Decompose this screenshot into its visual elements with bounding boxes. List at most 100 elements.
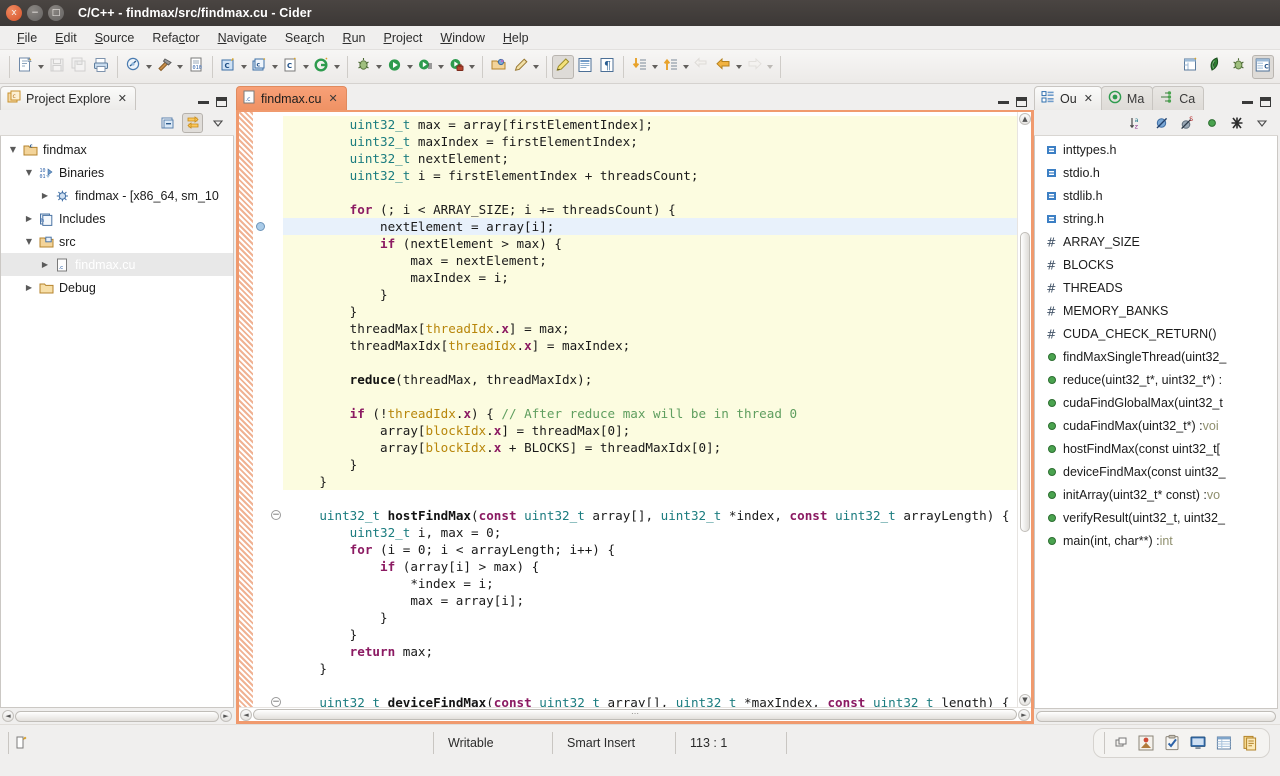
code-line[interactable]: if (nextElement > max) { (283, 235, 1031, 252)
project-tree[interactable]: ▼ c findmax ▼ 10 01 Binaries ▶ findmax - [x86_64… (0, 136, 234, 708)
chevron-down-icon[interactable] (767, 64, 773, 69)
properties-icon[interactable] (1215, 734, 1233, 752)
console-icon[interactable] (1189, 734, 1207, 752)
tree-item-includes[interactable]: ▶ h Includes (1, 207, 233, 230)
chevron-down-icon[interactable] (303, 64, 309, 69)
code-line[interactable]: max = nextElement; (283, 252, 1031, 269)
tree-item-debug[interactable]: ▶ Debug (1, 276, 233, 299)
maximize-view-icon[interactable] (216, 97, 227, 107)
code-line[interactable]: for (; i < ARRAY_SIZE; i += threadsCount… (283, 201, 1031, 218)
chevron-down-icon[interactable] (241, 64, 247, 69)
scroll-right-icon[interactable]: ► (220, 710, 232, 722)
chevron-down-icon[interactable] (683, 64, 689, 69)
chevron-down-icon[interactable] (334, 64, 340, 69)
editor-vertical-scrollbar[interactable]: ▲ ▼ (1017, 112, 1031, 707)
scroll-left-icon[interactable]: ◄ (2, 710, 14, 722)
code-line[interactable]: uint32_t nextElement; (283, 150, 1031, 167)
code-line[interactable] (283, 354, 1031, 371)
chevron-down-icon[interactable] (38, 64, 44, 69)
run-button[interactable] (384, 55, 406, 79)
code-line[interactable] (283, 677, 1031, 694)
code-line[interactable]: nextElement = array[i]; (283, 218, 1031, 235)
code-line[interactable]: array[blockIdx.x] = threadMax[0]; (283, 422, 1031, 439)
chevron-down-icon[interactable] (146, 64, 152, 69)
outline-item-stdlib-h[interactable]: stdlib.h (1035, 184, 1277, 207)
binary-view-button[interactable]: 010 (185, 55, 207, 79)
new-c-file-button[interactable]: C (280, 55, 302, 79)
next-annotation-button[interactable] (629, 55, 651, 79)
open-resource-button[interactable] (488, 55, 510, 79)
code-line[interactable]: } (283, 626, 1031, 643)
outline-item-verifyresult[interactable]: verifyResult(uint32_t, uint32_ (1035, 506, 1277, 529)
view-menu-button[interactable] (1251, 113, 1272, 133)
collapse-arrow-icon[interactable]: ▶ (37, 191, 53, 200)
tree-item-findmax-binary[interactable]: ▶ findmax - [x86_64, sm_10 (1, 184, 233, 207)
code-line[interactable]: max = array[i]; (283, 592, 1031, 609)
outline-item-blocks[interactable]: # BLOCKS (1035, 253, 1277, 276)
close-icon[interactable]: ✕ (1084, 92, 1093, 105)
outline-item-cudafindglobalmax[interactable]: cudaFindGlobalMax(uint32_t (1035, 391, 1277, 414)
run-history-button[interactable] (415, 55, 437, 79)
chevron-down-icon[interactable] (272, 64, 278, 69)
code-line[interactable]: uint32_t i = firstElementIndex + threads… (283, 167, 1031, 184)
prev-annotation-button[interactable] (660, 55, 682, 79)
scroll-right-icon[interactable]: ► (1018, 708, 1030, 721)
build-button[interactable] (154, 55, 176, 79)
tasks-icon[interactable] (1163, 734, 1181, 752)
fastview-icon[interactable] (1113, 735, 1129, 751)
code-line[interactable]: } (283, 660, 1031, 677)
outline-item-threads[interactable]: # THREADS (1035, 276, 1277, 299)
menu-project[interactable]: Project (374, 29, 431, 47)
chevron-down-icon[interactable] (438, 64, 444, 69)
chevron-down-icon[interactable] (533, 64, 539, 69)
annotation-marker-icon[interactable] (256, 222, 265, 231)
menu-edit[interactable]: Edit (46, 29, 86, 47)
outline-hscrollbar[interactable] (1034, 709, 1278, 724)
hide-macros-button[interactable] (1226, 113, 1247, 133)
last-edit-button[interactable] (691, 55, 713, 79)
toggle-block-selection-button[interactable] (574, 55, 596, 79)
code-line[interactable]: } (283, 456, 1031, 473)
cuda-profile-icon[interactable] (1137, 734, 1155, 752)
maximize-view-icon[interactable] (1260, 97, 1271, 107)
code-line[interactable]: uint32_t hostFindMax(const uint32_t arra… (283, 507, 1031, 524)
scroll-track[interactable] (15, 710, 219, 722)
minimize-editor-icon[interactable] (998, 100, 1009, 104)
outline-item-inttypes-h[interactable]: inttypes.h (1035, 138, 1277, 161)
tab-callhierarchy[interactable]: Ca (1152, 86, 1205, 110)
close-icon[interactable]: ✕ (118, 92, 127, 105)
outline-item-memory-banks[interactable]: # MEMORY_BANKS (1035, 299, 1277, 322)
chevron-down-icon[interactable] (177, 64, 183, 69)
code-line[interactable]: uint32_t deviceFindMax(const uint32_t ar… (283, 694, 1031, 707)
menu-run[interactable]: Run (334, 29, 375, 47)
tree-item-binaries[interactable]: ▼ 10 01 Binaries (1, 161, 233, 184)
code-line[interactable]: *index = i; (283, 575, 1031, 592)
chevron-down-icon[interactable] (376, 64, 382, 69)
tree-item-findmax[interactable]: ▼ c findmax (1, 138, 233, 161)
fold-toggle-icon[interactable]: − (271, 697, 281, 707)
code-line[interactable]: } (283, 473, 1031, 490)
save-button[interactable] (46, 55, 68, 79)
menu-search[interactable]: Search (276, 29, 334, 47)
scroll-thumb[interactable] (1020, 232, 1030, 532)
outline-item-findmaxsinglethread[interactable]: findMaxSingleThread(uint32_ (1035, 345, 1277, 368)
editor-horizontal-scrollbar[interactable]: ◄ ⋯ ► (239, 707, 1031, 721)
collapse-arrow-icon[interactable]: ▶ (21, 214, 37, 223)
hide-fields-button[interactable] (1151, 113, 1172, 133)
code-line[interactable]: } (283, 609, 1031, 626)
code-line[interactable]: if (array[i] > max) { (283, 558, 1031, 575)
outline-item-stdio-h[interactable]: stdio.h (1035, 161, 1277, 184)
code-line[interactable]: reduce(threadMax, threadMaxIdx); (283, 371, 1031, 388)
code-line[interactable]: maxIndex = i; (283, 269, 1031, 286)
marker-gutter[interactable] (253, 112, 269, 707)
chevron-down-icon[interactable] (469, 64, 475, 69)
minimize-view-icon[interactable] (198, 100, 209, 104)
new-c-project-button[interactable]: C (218, 55, 240, 79)
scroll-track[interactable] (1036, 711, 1276, 722)
code-line[interactable]: threadMaxIdx[threadIdx.x] = maxIndex; (283, 337, 1031, 354)
outline-item-devicefindmax[interactable]: deviceFindMax(const uint32_ (1035, 460, 1277, 483)
window-close-button[interactable]: x (6, 5, 22, 21)
outline-item-reduce[interactable]: reduce(uint32_t*, uint32_t*) : (1035, 368, 1277, 391)
code-line[interactable] (283, 184, 1031, 201)
menu-refactor[interactable]: Refactor (143, 29, 208, 47)
